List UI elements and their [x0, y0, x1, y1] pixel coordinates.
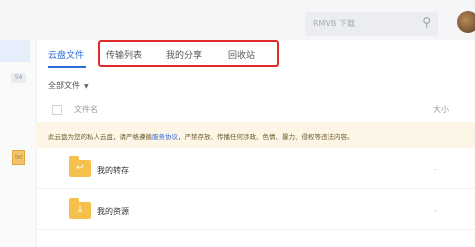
- sidebar-active-item[interactable]: [0, 40, 30, 62]
- file-filter-dropdown[interactable]: 全部文件 ▼: [48, 80, 89, 91]
- select-all-checkbox[interactable]: [52, 105, 62, 115]
- caret-down-icon: ▼: [84, 83, 89, 90]
- search-placeholder: RMVB 下载: [313, 19, 355, 28]
- sidebar: [0, 40, 37, 247]
- file-row[interactable]: ↓ 我的资源 -: [36, 189, 475, 230]
- search-icon[interactable]: ⚲: [422, 15, 431, 29]
- active-tab-indicator: [48, 66, 86, 68]
- folder-transfer-icon: ↩: [69, 156, 91, 177]
- column-header: [36, 98, 475, 120]
- avatar[interactable]: [457, 11, 475, 33]
- filter-label: 全部文件: [48, 81, 80, 90]
- file-size: -: [434, 165, 437, 174]
- column-name-header[interactable]: 文件名: [74, 104, 98, 115]
- file-name[interactable]: 我的转存: [97, 165, 129, 176]
- folder-download-icon: ↓: [69, 198, 91, 219]
- tab-cloud-files[interactable]: 云盘文件: [48, 48, 84, 61]
- file-name[interactable]: 我的资源: [97, 206, 129, 217]
- notice-text: 此云盘为您的私人云盘，请严格遵循服务协议，严禁存放、传播任何涉政、色情、暴力、侵…: [48, 131, 354, 141]
- notice-banner: 此云盘为您的私人云盘，请严格遵循服务协议，严禁存放、传播任何涉政、色情、暴力、侵…: [36, 122, 475, 148]
- notice-text-end: ，严禁存放、传播任何涉政、色情、暴力、侵权等违法内容。: [178, 133, 354, 141]
- file-size: -: [434, 206, 437, 215]
- search-input[interactable]: RMVB 下载 ⚲: [305, 12, 438, 36]
- notice-text-start: 此云盘为您的私人云盘，请严格遵循: [48, 133, 152, 141]
- sidebar-badge: 54: [11, 73, 26, 83]
- service-agreement-link[interactable]: 服务协议: [152, 133, 178, 141]
- file-row[interactable]: ↩ 我的转存 -: [36, 148, 475, 189]
- document-icon[interactable]: TXT: [12, 150, 25, 165]
- column-size-header[interactable]: 大小: [433, 104, 449, 115]
- highlight-box: [98, 40, 279, 67]
